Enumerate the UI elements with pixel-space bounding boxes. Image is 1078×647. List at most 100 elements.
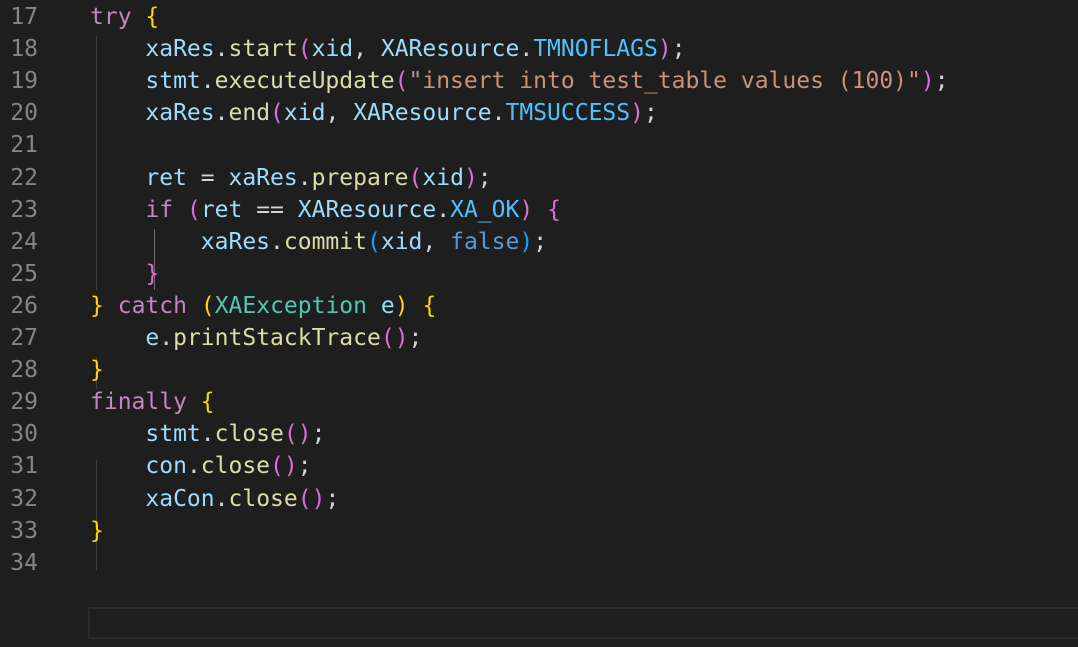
code-token: commit — [283, 228, 367, 255]
code-token: ; — [408, 325, 423, 351]
line-code[interactable]: stmt.executeUpdate("insert into test_tab… — [90, 65, 949, 97]
code-token: "insert into test_table values (100)" — [408, 68, 921, 95]
code-line[interactable]: 32 xaCon.close(); — [0, 483, 1078, 515]
code-line[interactable]: 22 ret = xaRes.prepare(xid); — [0, 162, 1078, 194]
code-token: { — [547, 196, 561, 223]
line-number: 28 — [10, 357, 38, 384]
code-token: XAResource — [353, 100, 492, 127]
code-token: . — [186, 453, 201, 480]
line-code[interactable]: e.printStackTrace(); — [90, 322, 422, 354]
code-token: ( — [408, 164, 423, 191]
line-code[interactable]: con.close(); — [90, 450, 311, 482]
line-number: 27 — [10, 325, 38, 351]
code-token: xaRes — [145, 36, 215, 63]
line-code[interactable]: ret = xaRes.prepare(xid); — [90, 162, 491, 194]
code-token: ( — [186, 196, 201, 223]
line-code[interactable]: try { — [90, 1, 159, 33]
line-number: 23 — [10, 196, 38, 223]
line-code[interactable]: } catch (XAException e) { — [90, 290, 436, 322]
code-line[interactable]: 34 — [0, 547, 1078, 579]
code-token: ) — [657, 36, 672, 63]
code-token: . — [214, 100, 229, 127]
code-token: ) — [519, 196, 534, 223]
code-line[interactable]: 23 if (ret == XAResource.XA_OK) { — [0, 194, 1078, 226]
line-code[interactable]: xaRes.start(xid, XAResource.TMNOFLAGS); — [90, 33, 686, 65]
code-token: printStackTrace — [173, 325, 381, 351]
code-token: ) — [394, 292, 409, 319]
code-line[interactable]: 25 } — [0, 258, 1078, 290]
code-line[interactable]: 18 xaRes.start(xid, XAResource.TMNOFLAGS… — [0, 33, 1078, 65]
code-line[interactable]: 27 e.printStackTrace(); — [0, 322, 1078, 354]
code-token: xaRes — [200, 228, 271, 255]
code-token: xaRes — [228, 164, 298, 191]
code-token: ( — [270, 453, 284, 480]
code-line[interactable]: 19 stmt.executeUpdate("insert into test_… — [0, 65, 1078, 97]
code-token: { — [200, 389, 215, 416]
line-number: 25 — [10, 260, 38, 287]
code-token: executeUpdate — [214, 68, 395, 95]
line-number: 26 — [10, 292, 38, 319]
code-token: xid — [283, 100, 326, 127]
code-token: . — [519, 36, 534, 63]
line-code[interactable]: } — [90, 354, 104, 386]
code-line[interactable]: 28} — [0, 354, 1078, 386]
code-token: ( — [283, 421, 298, 448]
code-line[interactable]: 20 xaRes.end(xid, XAResource.TMSUCCESS); — [0, 97, 1078, 129]
code-line[interactable]: 30 stmt.close(); — [0, 418, 1078, 450]
code-line[interactable]: 31 con.close(); — [0, 450, 1078, 482]
code-token: ( — [394, 68, 409, 95]
code-token: { — [422, 292, 437, 319]
code-token: catch — [117, 292, 187, 319]
code-token: ; — [934, 68, 949, 95]
line-number: 18 — [10, 36, 38, 63]
code-token: if — [145, 196, 174, 223]
code-line[interactable]: 24 xaRes.commit(xid, false); — [0, 226, 1078, 258]
code-token: ( — [200, 292, 215, 319]
code-token: } — [90, 292, 104, 319]
code-token: . — [159, 325, 174, 351]
code-line[interactable]: 33} — [0, 515, 1078, 547]
line-code[interactable]: xaCon.close(); — [90, 483, 339, 515]
line-code[interactable]: } — [90, 258, 159, 290]
code-token: false — [450, 228, 520, 255]
code-token: stmt — [145, 68, 201, 95]
line-number: 20 — [10, 100, 38, 127]
code-token: . — [214, 36, 229, 63]
code-line[interactable]: 29 finally { — [0, 386, 1078, 418]
code-token: start — [228, 36, 298, 63]
code-token: ) — [630, 100, 644, 127]
code-token: TMSUCCESS — [505, 100, 631, 127]
code-token: ret — [200, 196, 243, 223]
line-code[interactable]: stmt.close(); — [90, 418, 325, 450]
line-number: 34 — [10, 549, 38, 576]
line-code[interactable]: xaRes.commit(xid, false); — [90, 226, 547, 258]
code-token: = — [186, 164, 229, 191]
code-token: ) — [519, 228, 534, 255]
line-code[interactable]: } — [90, 515, 104, 547]
code-line[interactable]: 21 — [0, 129, 1078, 161]
code-line[interactable]: 26 } catch (XAException e) { — [0, 290, 1078, 322]
code-token: XAResource — [297, 196, 437, 223]
line-code[interactable]: finally { — [90, 386, 215, 418]
code-line[interactable]: 17 try { — [0, 1, 1078, 33]
code-token: } — [145, 260, 160, 287]
line-code[interactable]: if (ret == XAResource.XA_OK) { — [90, 194, 561, 226]
code-token: ) — [311, 485, 326, 512]
code-token: xaRes — [145, 100, 215, 127]
current-line-highlight — [88, 607, 1078, 639]
code-editor[interactable]: 17 try {18 xaRes.start(xid, XAResource.TM… — [0, 0, 1078, 647]
line-number: 29 — [10, 389, 38, 416]
code-token: , — [353, 36, 381, 63]
line-code[interactable]: xaRes.end(xid, XAResource.TMSUCCESS); — [90, 97, 657, 129]
code-token: ; — [671, 36, 686, 63]
code-token: . — [270, 228, 284, 255]
